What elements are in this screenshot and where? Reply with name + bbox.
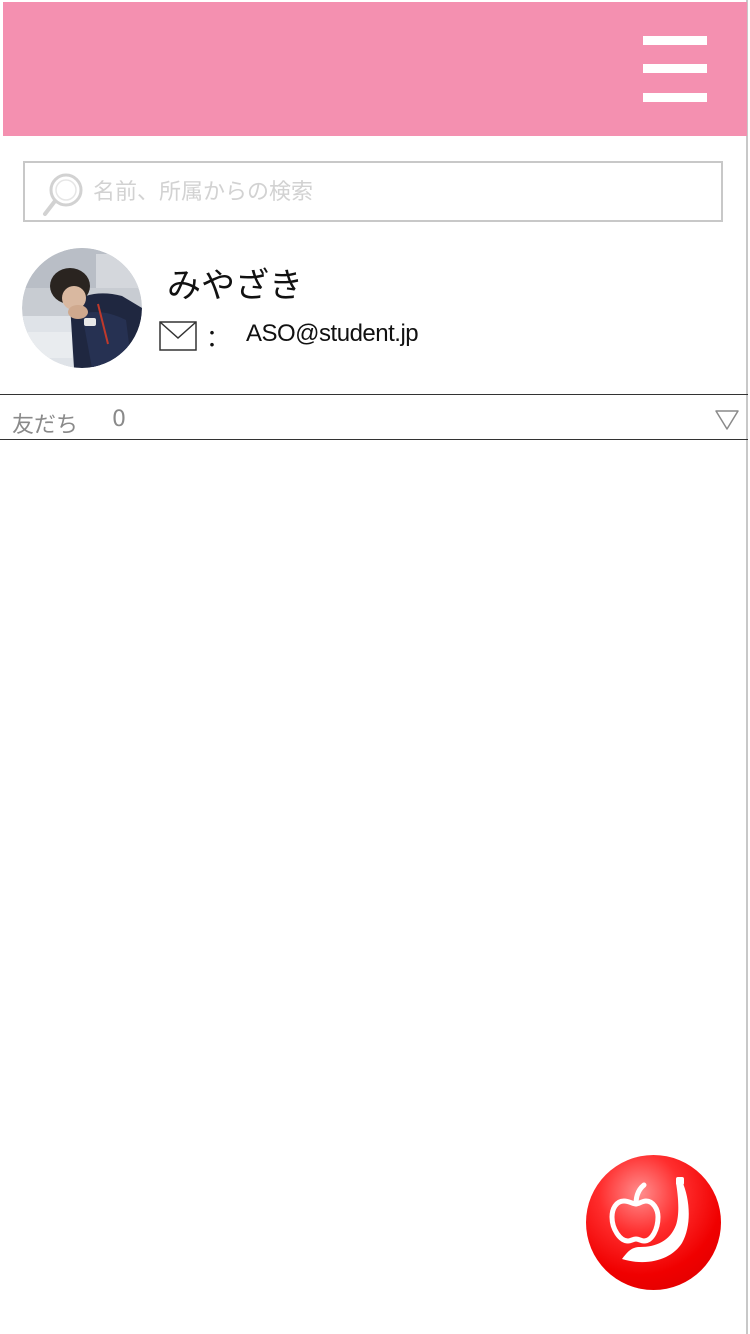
app-header bbox=[3, 2, 747, 136]
hamburger-menu-icon[interactable] bbox=[643, 36, 707, 102]
envelope-icon bbox=[159, 321, 197, 351]
email-separator: ： bbox=[206, 324, 230, 352]
avatar-photo bbox=[22, 248, 142, 368]
triangle-down-icon[interactable] bbox=[714, 409, 740, 431]
fruit-action-button[interactable] bbox=[586, 1155, 721, 1290]
fruit-apple-banana-icon bbox=[609, 1177, 689, 1263]
search-input[interactable] bbox=[93, 171, 703, 213]
friends-section-toggle[interactable]: 友だち 0 bbox=[0, 394, 748, 440]
profile-email: ASO@student.jp bbox=[246, 320, 419, 347]
profile-name: みやざき bbox=[167, 266, 303, 306]
search-icon bbox=[43, 173, 83, 216]
friends-label: 友だち bbox=[12, 413, 79, 438]
avatar[interactable] bbox=[22, 248, 142, 368]
search-bar bbox=[23, 161, 723, 222]
friends-count: 0 bbox=[112, 407, 126, 432]
app-frame: みやざき ： ASO@student.jp 友だち 0 bbox=[0, 0, 748, 1334]
